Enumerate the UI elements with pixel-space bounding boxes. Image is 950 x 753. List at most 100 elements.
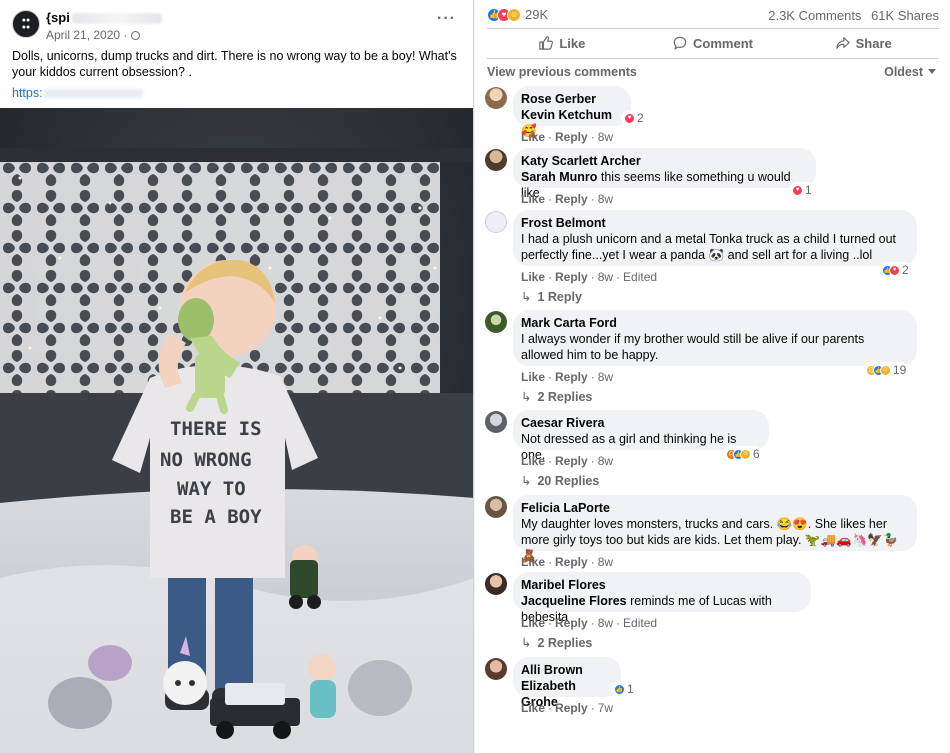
comment-like-link[interactable]: Like	[521, 192, 545, 206]
thumbs-up-icon	[539, 36, 554, 50]
comment-time[interactable]: 7w	[598, 701, 613, 715]
comment-reply-link[interactable]: Reply	[555, 370, 588, 384]
like-button[interactable]: Like	[487, 30, 638, 56]
avatar[interactable]	[485, 573, 507, 595]
comment-reply-link[interactable]: Reply	[555, 270, 588, 284]
comment-like-link[interactable]: Like	[521, 270, 545, 284]
comment-reactions[interactable]: ♥ 1	[789, 182, 815, 198]
haha-reaction-icon: ☺	[740, 448, 751, 460]
share-button-label[interactable]: Share	[856, 36, 892, 51]
like-button-label[interactable]: Like	[559, 36, 585, 51]
comment-button[interactable]: Comment	[638, 30, 789, 56]
view-replies-label[interactable]: 2 Replies	[537, 636, 592, 650]
comment-time[interactable]: 8w	[598, 192, 613, 206]
comment-time[interactable]: 8w	[598, 370, 613, 384]
comment-author[interactable]: Frost Belmont	[521, 215, 907, 231]
comment-reply-link[interactable]: Reply	[555, 130, 588, 144]
avatar[interactable]	[485, 149, 507, 171]
comment-sort-dropdown[interactable]: Oldest	[884, 65, 936, 79]
view-replies-link[interactable]: ↳ 2 Replies	[521, 389, 592, 404]
comment-meta: Like · Reply · 8w	[521, 370, 614, 384]
tagged-user[interactable]: Kevin Ketchum	[521, 108, 612, 122]
post-date[interactable]: April 21, 2020 ·	[46, 28, 141, 42]
comment-button-label[interactable]: Comment	[693, 36, 753, 51]
comment-time[interactable]: 8w	[598, 454, 613, 468]
comment-icon	[673, 36, 687, 50]
comment-author[interactable]: Maribel Flores	[521, 577, 801, 593]
comment-time[interactable]: 8w	[598, 616, 613, 630]
comment-reaction-count: 2	[902, 263, 909, 277]
page-name-text[interactable]: {spi	[46, 10, 70, 25]
avatar[interactable]	[485, 496, 507, 518]
tagged-user[interactable]: Sarah Munro	[521, 170, 597, 184]
avatar[interactable]	[485, 211, 507, 233]
comment-like-link[interactable]: Like	[521, 555, 545, 569]
view-replies-label[interactable]: 20 Replies	[537, 474, 599, 488]
comment-time[interactable]: 8w	[598, 555, 613, 569]
globe-icon	[131, 31, 141, 40]
comment-like-link[interactable]: Like	[521, 130, 545, 144]
comment-reply-link[interactable]: Reply	[555, 192, 588, 206]
comment-bubble: Katy Scarlett Archer Sarah Munro this se…	[513, 148, 816, 200]
avatar[interactable]	[485, 311, 507, 333]
comment-like-link[interactable]: Like	[521, 454, 545, 468]
shirt-line-2: NO WRONG	[160, 449, 252, 471]
view-replies-link[interactable]: ↳ 20 Replies	[521, 473, 599, 488]
comment-author[interactable]: Katy Scarlett Archer	[521, 153, 806, 169]
comment-reactions[interactable]: 👍 ♥ 2	[879, 262, 912, 278]
post-date-text[interactable]: April 21, 2020 ·	[46, 28, 127, 42]
post-actions: Like Comment Share	[487, 30, 939, 56]
view-replies-link[interactable]: ↳ 2 Replies	[521, 635, 592, 650]
view-replies-label[interactable]: 1 Reply	[537, 290, 581, 304]
comment-reply-link[interactable]: Reply	[555, 701, 588, 715]
comment-reply-link[interactable]: Reply	[555, 616, 588, 630]
more-options-icon[interactable]: ···	[437, 10, 456, 28]
shirt-line-4: BE A BOY	[170, 506, 262, 528]
comment-author[interactable]: Caesar Rivera	[521, 415, 759, 431]
comment-reactions[interactable]: ♥ 2	[621, 110, 647, 126]
page-avatar-logo: ●● ●●	[21, 17, 31, 31]
post-photo[interactable]: THERE IS NO WRONG WAY TO BE A BOY	[0, 108, 473, 753]
reply-arrow-icon: ↳	[521, 474, 532, 488]
comment-like-link[interactable]: Like	[521, 701, 545, 715]
comment-author[interactable]: Mark Carta Ford	[521, 315, 907, 331]
comment-meta: Like · Reply · 8w · Edited	[521, 270, 658, 284]
comment-like-link[interactable]: Like	[521, 370, 545, 384]
view-replies-link[interactable]: ↳ 1 Reply	[521, 289, 582, 304]
comment-reactions[interactable]: 👍 1	[611, 681, 637, 697]
comment-author[interactable]: Felicia LaPorte	[521, 500, 907, 516]
comment-meta: Like · Reply · 8w	[521, 454, 614, 468]
avatar[interactable]	[485, 658, 507, 680]
avatar[interactable]	[485, 87, 507, 109]
share-count[interactable]: 61K Shares	[871, 8, 939, 23]
page-avatar[interactable]: ●● ●●	[12, 10, 40, 38]
page-name[interactable]: {spi	[46, 10, 162, 25]
view-previous-comments[interactable]: View previous comments	[487, 65, 637, 79]
comment-bubble: Felicia LaPorte My daughter loves monste…	[513, 495, 917, 563]
comment-time[interactable]: 8w	[598, 270, 613, 284]
comment-reactions[interactable]: ☹ 👍 ☺ 19	[863, 362, 910, 378]
comment-meta: Like · Reply · 8w	[521, 192, 614, 206]
post-link-text[interactable]: https:	[12, 86, 43, 100]
comment-like-link[interactable]: Like	[521, 616, 545, 630]
reply-arrow-icon: ↳	[521, 636, 532, 650]
comment-author[interactable]: Rose Gerber	[521, 91, 621, 107]
post-link[interactable]: https:	[12, 86, 143, 100]
comment-reply-link[interactable]: Reply	[555, 454, 588, 468]
reaction-summary[interactable]: 👍 ♥ ☺ 29K	[487, 7, 548, 22]
comment-edited: Edited	[623, 270, 658, 284]
avatar[interactable]	[485, 411, 507, 433]
comment-time[interactable]: 8w	[598, 130, 613, 144]
comment-count[interactable]: 2.3K Comments	[768, 8, 861, 23]
comment-reactions[interactable]: ☹ 👍 ☺ 6	[723, 446, 763, 462]
comment-sort-label[interactable]: Oldest	[884, 65, 923, 79]
comment-reply-link[interactable]: Reply	[555, 555, 588, 569]
view-replies-label[interactable]: 2 Replies	[537, 390, 592, 404]
comment-author[interactable]: Alli Brown	[521, 662, 611, 678]
share-button[interactable]: Share	[788, 30, 939, 56]
tagged-user[interactable]: Jacqueline Flores	[521, 594, 627, 608]
comment-reaction-count: 2	[637, 111, 644, 125]
reaction-count[interactable]: 29K	[525, 7, 548, 22]
comment-reaction-count: 1	[805, 183, 812, 197]
comment-meta: Like · Reply · 7w	[521, 701, 614, 715]
